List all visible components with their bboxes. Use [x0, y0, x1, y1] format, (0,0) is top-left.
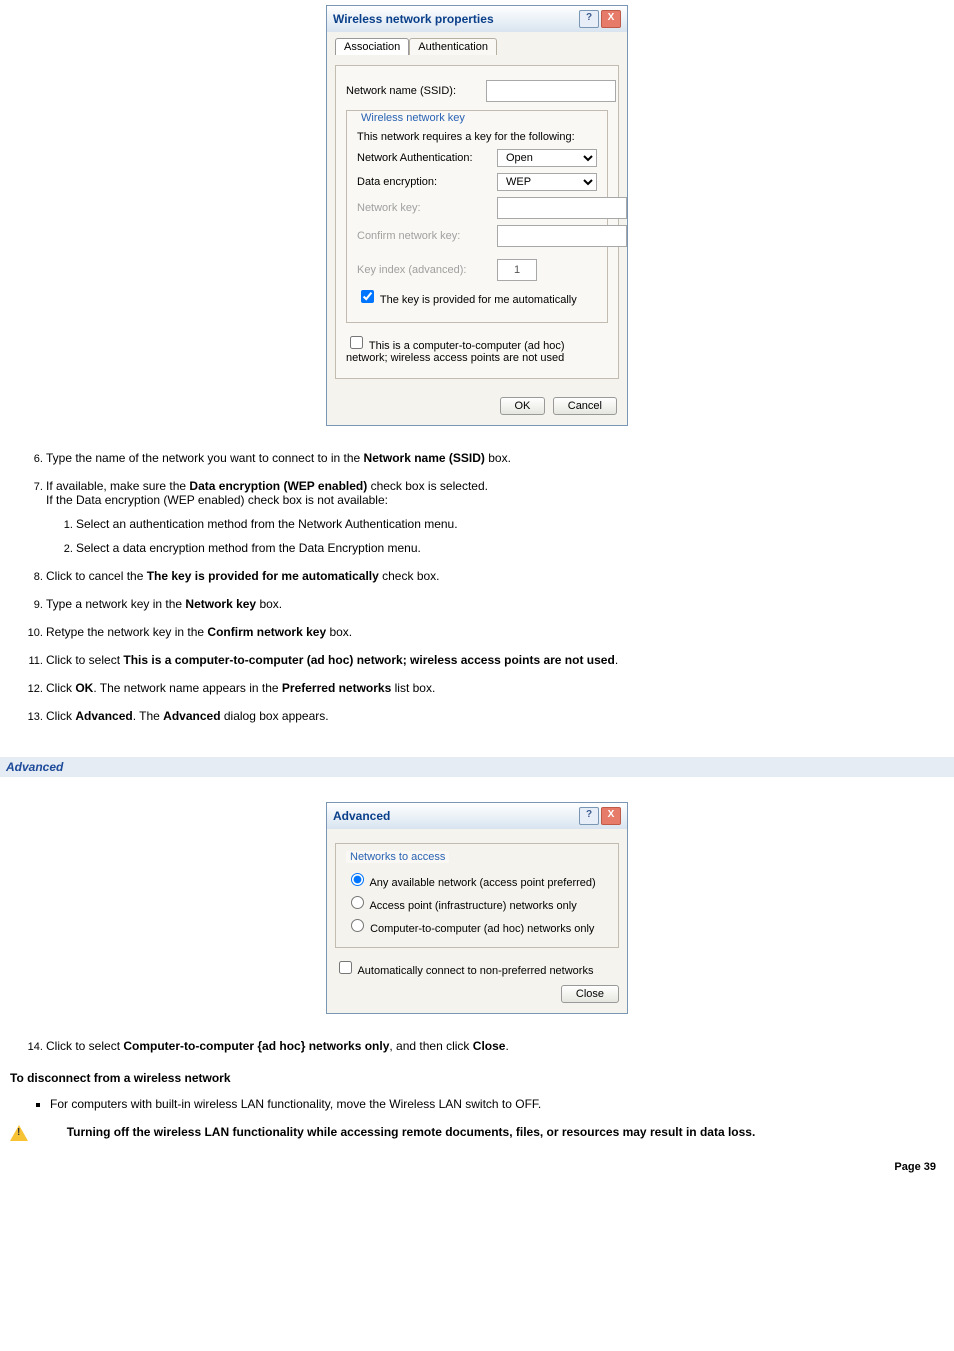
- auto-key-checkbox[interactable]: [361, 290, 374, 303]
- cancel-button[interactable]: Cancel: [553, 397, 617, 415]
- step-7-2: Select a data encryption method from the…: [76, 541, 944, 555]
- wireless-properties-dialog: Wireless network properties ? X Associat…: [326, 5, 628, 426]
- step-8: Click to cancel the The key is provided …: [46, 569, 944, 583]
- step-13: Click Advanced. The Advanced dialog box …: [46, 709, 944, 723]
- key-label: Network key:: [357, 202, 497, 214]
- help-icon[interactable]: ?: [579, 10, 599, 28]
- advanced-title: Advanced: [333, 809, 390, 823]
- radio-any-available-label: Any available network (access point pref…: [369, 877, 595, 889]
- ok-button[interactable]: OK: [500, 397, 546, 415]
- auto-nonpreferred-label: Automatically connect to non-preferred n…: [357, 965, 593, 977]
- warning-text: Turning off the wireless LAN functionali…: [67, 1125, 756, 1139]
- advanced-dialog: Advanced ? X Networks to access Any avai…: [326, 802, 628, 1014]
- dialog-titlebar: Wireless network properties ? X: [327, 6, 627, 32]
- key-index-label: Key index (advanced):: [357, 264, 497, 276]
- auto-key-label: The key is provided for me automatically: [380, 294, 577, 306]
- auth-select[interactable]: Open: [497, 149, 597, 167]
- close-icon[interactable]: X: [601, 10, 621, 28]
- requires-text: This network requires a key for the foll…: [357, 131, 597, 143]
- radio-adhoc-only[interactable]: [351, 919, 364, 932]
- adhoc-checkbox[interactable]: [350, 336, 363, 349]
- wireless-key-legend: Wireless network key: [357, 112, 597, 124]
- page-number: Page 39: [10, 1161, 944, 1173]
- enc-select[interactable]: WEP: [497, 173, 597, 191]
- steps-list: Type the name of the network you want to…: [10, 451, 944, 723]
- confirm-key-label: Confirm network key:: [357, 230, 497, 242]
- tab-strip: AssociationAuthentication: [335, 38, 619, 55]
- auth-label: Network Authentication:: [357, 152, 497, 164]
- step-10: Retype the network key in the Confirm ne…: [46, 625, 944, 639]
- section-advanced: Advanced: [0, 757, 954, 777]
- warning-icon: [10, 1125, 28, 1141]
- adhoc-label: This is a computer-to-computer (ad hoc) …: [346, 340, 565, 364]
- warning-row: Turning off the wireless LAN functionali…: [10, 1125, 944, 1141]
- radio-access-point-label: Access point (infrastructure) networks o…: [369, 900, 576, 912]
- networks-to-access-legend: Networks to access: [346, 851, 449, 863]
- confirm-key-input: [497, 225, 627, 247]
- ssid-input[interactable]: [486, 80, 616, 102]
- radio-any-available[interactable]: [351, 873, 364, 886]
- key-index-spinner: [497, 259, 537, 281]
- close-icon[interactable]: X: [601, 807, 621, 825]
- tab-authentication[interactable]: Authentication: [409, 38, 497, 55]
- disconnect-heading: To disconnect from a wireless network: [10, 1071, 944, 1085]
- dialog-title: Wireless network properties: [333, 12, 494, 26]
- step-11: Click to select This is a computer-to-co…: [46, 653, 944, 667]
- network-key-input: [497, 197, 627, 219]
- auto-nonpreferred-checkbox[interactable]: [339, 961, 352, 974]
- step-9: Type a network key in the Network key bo…: [46, 597, 944, 611]
- step-7-1: Select an authentication method from the…: [76, 517, 944, 531]
- step-7: If available, make sure the Data encrypt…: [46, 479, 944, 555]
- step-14: Click to select Computer-to-computer {ad…: [46, 1039, 944, 1053]
- tab-association[interactable]: Association: [335, 38, 409, 55]
- disconnect-list: For computers with built-in wireless LAN…: [10, 1097, 944, 1111]
- radio-adhoc-only-label: Computer-to-computer (ad hoc) networks o…: [370, 923, 594, 935]
- ssid-label: Network name (SSID):: [346, 85, 486, 97]
- close-button[interactable]: Close: [561, 985, 619, 1003]
- disconnect-bullet: For computers with built-in wireless LAN…: [50, 1097, 944, 1111]
- enc-label: Data encryption:: [357, 176, 497, 188]
- steps-list-2: Click to select Computer-to-computer {ad…: [10, 1039, 944, 1053]
- advanced-titlebar: Advanced ? X: [327, 803, 627, 829]
- step-12: Click OK. The network name appears in th…: [46, 681, 944, 695]
- radio-access-point[interactable]: [351, 896, 364, 909]
- step-6: Type the name of the network you want to…: [46, 451, 944, 465]
- help-icon[interactable]: ?: [579, 807, 599, 825]
